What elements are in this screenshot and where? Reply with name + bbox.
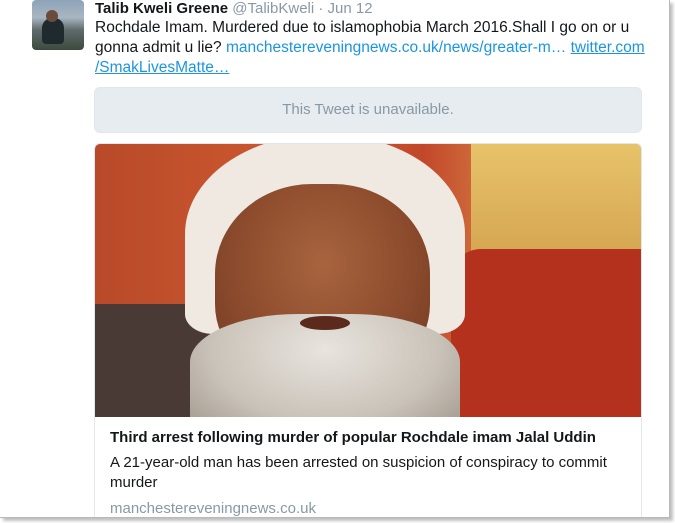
tweet-frame: Talib Kweli Greene @TalibKweli · Jun 12 … (0, 0, 670, 518)
unavailable-tweet-notice: This Tweet is unavailable. (94, 87, 642, 133)
header-separator: · (318, 0, 324, 17)
tweet-text: Rochdale Imam. Murdered due to islamopho… (95, 18, 655, 78)
article-link[interactable]: manchestereveningnews.co.uk/news/greater… (226, 39, 566, 56)
avatar-head (46, 10, 58, 22)
twitter-link-domain[interactable]: twitter.com (571, 39, 645, 56)
author-handle[interactable]: @TalibKweli (232, 0, 314, 17)
image-mouth (300, 316, 350, 330)
image-bg-sofa (451, 249, 641, 417)
tweet-date[interactable]: Jun 12 (328, 0, 373, 17)
card-description: A 21-year-old man has been arrested on s… (110, 454, 607, 491)
card-image[interactable] (95, 144, 641, 417)
image-bg-window (471, 144, 641, 254)
tweet-header: Talib Kweli Greene @TalibKweli · Jun 12 (95, 0, 373, 20)
link-card[interactable]: Third arrest following murder of popular… (94, 143, 642, 517)
card-domain: manchestereveningnews.co.uk (110, 500, 316, 517)
twitter-link-path[interactable]: /SmakLivesMatte… (95, 59, 229, 76)
author-name[interactable]: Talib Kweli Greene (95, 0, 228, 17)
card-title[interactable]: Third arrest following murder of popular… (110, 429, 630, 446)
avatar[interactable] (32, 0, 84, 50)
